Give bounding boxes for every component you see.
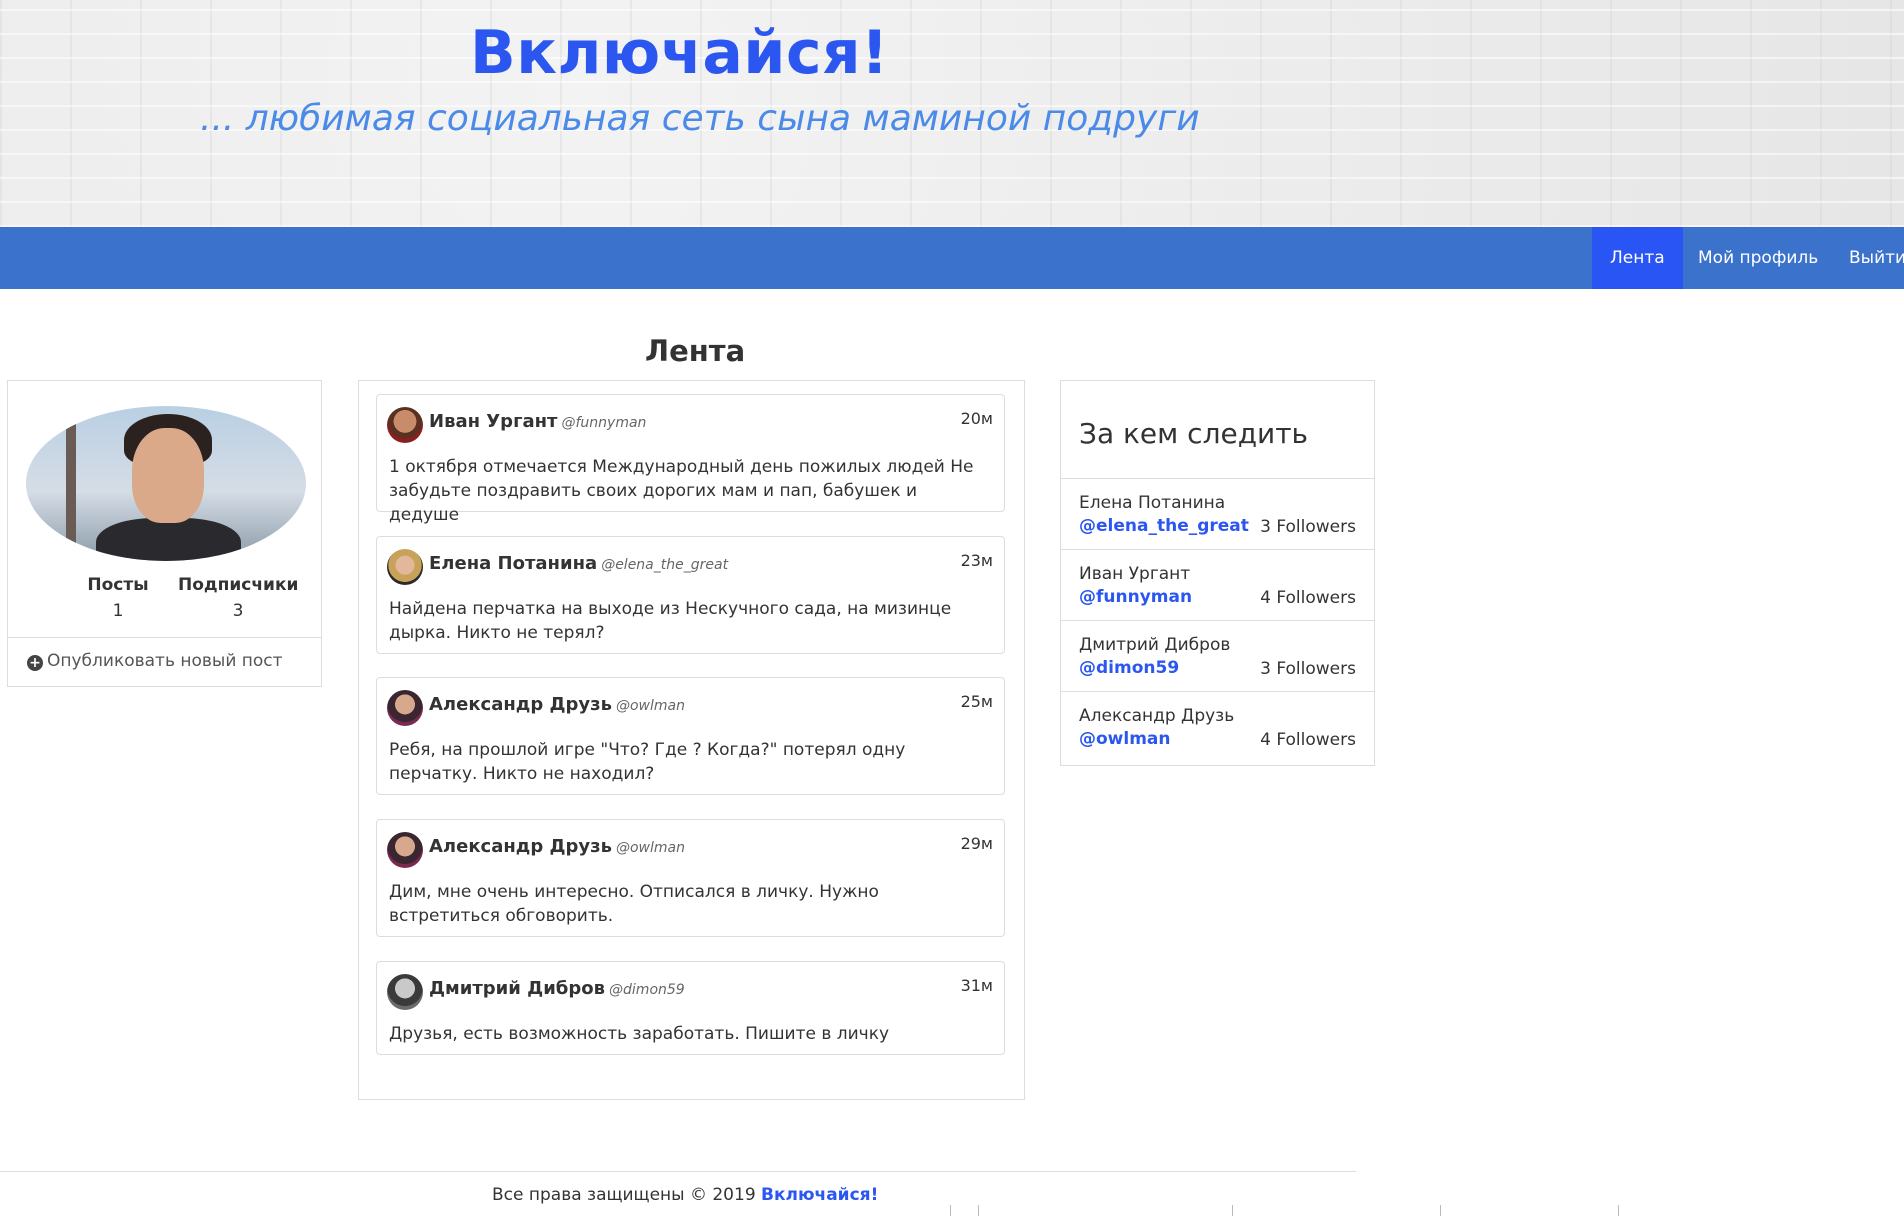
follow-user-handle[interactable]: @owlman [1079,729,1171,749]
follow-user-followers: 3 Followers [1260,517,1356,537]
follow-user-handle[interactable]: @funnyman [1079,587,1192,607]
followers-count: 3 [232,601,244,621]
footer-brand-link[interactable]: Включайся! [761,1185,878,1205]
user-avatar [387,690,423,726]
header-banner: Включайся! ... любимая социальная сеть с… [0,0,1904,227]
post-time: 29м [960,834,993,853]
posts-count: 1 [112,601,124,621]
post-handle[interactable]: @owlman [616,698,685,714]
follow-user-followers: 3 Followers [1260,659,1356,679]
footer-copyright: Все права защищены © 2019 [492,1185,762,1205]
post-author[interactable]: Александр Друзь [429,694,612,715]
post-time: 23м [960,551,993,570]
follow-user-followers: 4 Followers [1260,588,1356,608]
user-avatar [387,974,423,1010]
footer-divider [0,1171,1356,1172]
follow-user-followers: 4 Followers [1260,730,1356,750]
post-card: Александр Друзь @owlman 25м Ребя, на прош… [376,677,1005,795]
nav-item-logout[interactable]: Выйти [1831,227,1904,289]
profile-panel: Посты 1 Подписчики 3 + Опубликовать новый… [7,380,322,687]
follow-user-name: Елена Потанина [1079,493,1226,513]
post-card: Александр Друзь @owlman 29м Дим, мне очен… [376,819,1005,937]
post-author[interactable]: Елена Потанина [429,553,597,574]
avatar [26,406,306,561]
who-to-follow-panel: За кем следить Елена Потанина @elena_the… [1060,380,1375,766]
post-handle[interactable]: @dimon59 [609,982,685,998]
divider [8,637,321,638]
follow-user-row: Дмитрий Дибров @dimon59 3 Followers [1061,620,1374,691]
follow-user-name: Дмитрий Дибров [1079,635,1231,655]
feed-panel: Иван Ургант @funnyman 20м 1 октября отмеч… [358,380,1025,1100]
follow-user-row: Елена Потанина @elena_the_great 3 Follow… [1061,478,1374,549]
post-author[interactable]: Дмитрий Дибров [429,978,605,999]
publish-post-label: Опубликовать новый пост [47,651,283,671]
post-time: 31м [960,976,993,995]
post-handle[interactable]: @elena_the_great [601,557,728,573]
post-text: Ребя, на прошлой игре "Что? Где ? Когда?… [389,740,906,784]
post-text: 1 октября отмечается Международный день … [389,457,974,525]
post-text: Найдена перчатка на выходе из Нескучного… [389,599,952,643]
post-text: Друзья, есть возможность заработать. Пиш… [389,1024,890,1044]
site-title: Включайся! [470,18,889,88]
post-time: 25м [960,692,993,711]
nav-item-feed[interactable]: Лента [1592,227,1683,289]
post-text: Дим, мне очень интересно. Отписался в ли… [389,882,879,926]
plus-circle-icon: + [27,655,43,671]
footer-artifacts [950,1205,1630,1216]
user-avatar [387,832,423,868]
followers-stat: Подписчики 3 [178,575,298,621]
user-avatar [387,549,423,585]
post-handle[interactable]: @owlman [616,840,685,856]
post-author[interactable]: Александр Друзь [429,836,612,857]
followers-label: Подписчики [178,575,299,595]
site-tagline: ... любимая социальная сеть сына маминой… [200,98,1200,139]
posts-label: Посты [87,575,149,595]
follow-user-handle[interactable]: @elena_the_great [1079,516,1249,536]
follow-user-row: Александр Друзь @owlman 4 Followers [1061,691,1374,762]
post-card: Елена Потанина @elena_the_great 23м Найде… [376,536,1005,654]
navbar: Лента Мой профиль Выйти [0,227,1904,289]
follow-user-row: Иван Ургант @funnyman 4 Followers [1061,549,1374,620]
follow-user-name: Александр Друзь [1079,706,1235,726]
post-time: 20м [960,409,993,428]
follow-user-name: Иван Ургант [1079,564,1191,584]
posts-stat: Посты 1 [78,575,158,621]
post-handle[interactable]: @funnyman [562,415,647,431]
publish-post-button[interactable]: + Опубликовать новый пост [27,651,283,671]
footer: Все права защищены © 2019 Включайся! [492,1185,878,1205]
post-card: Иван Ургант @funnyman 20м 1 октября отмеч… [376,394,1005,525]
follow-user-handle[interactable]: @dimon59 [1079,658,1179,678]
post-author[interactable]: Иван Ургант [429,411,558,432]
user-avatar [387,407,423,443]
who-to-follow-title: За кем следить [1079,417,1309,450]
page-title: Лента [645,334,746,368]
nav-item-my-profile[interactable]: Мой профиль [1680,227,1836,289]
post-card: Дмитрий Дибров @dimon59 31м Друзья, есть … [376,961,1005,1055]
